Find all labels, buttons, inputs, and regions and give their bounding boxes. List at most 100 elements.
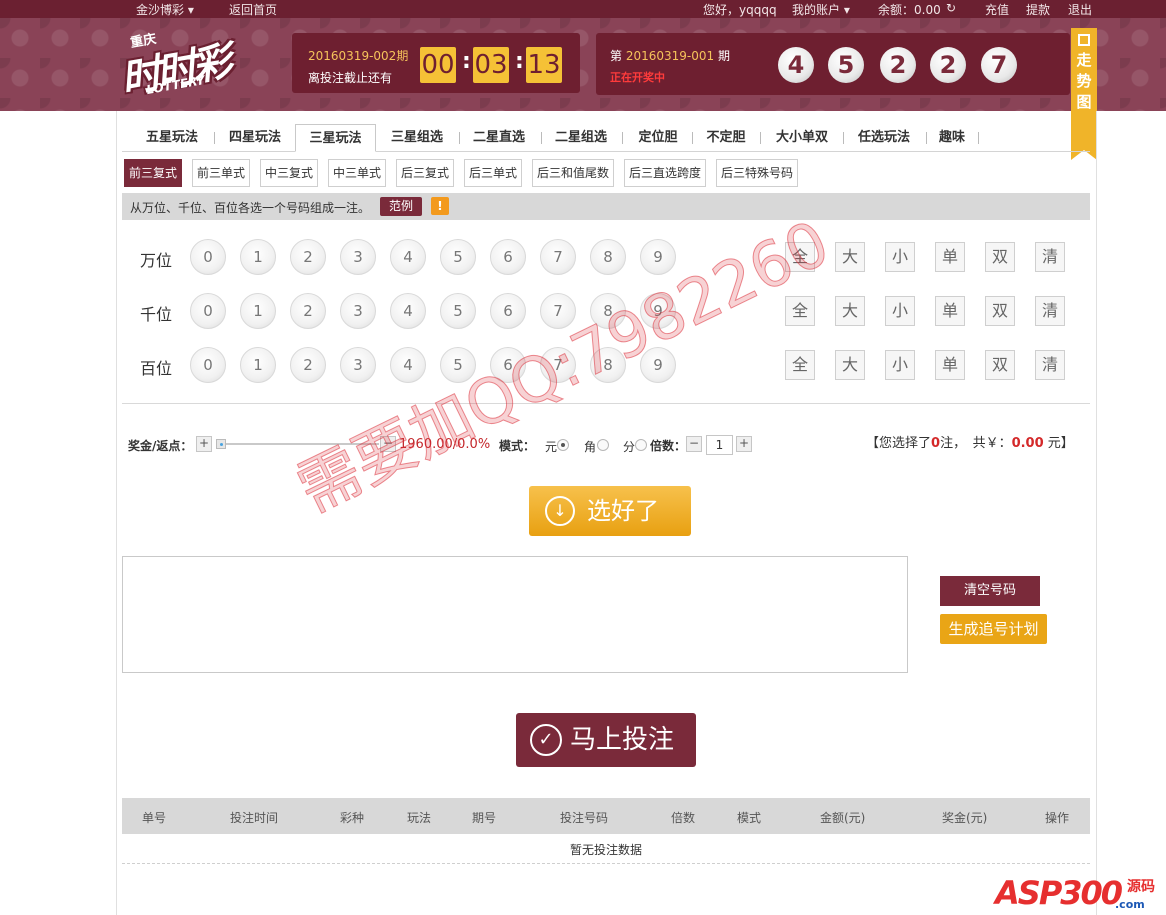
- rebate-plus-button[interactable]: +: [196, 436, 212, 452]
- chart-icon: [1078, 34, 1090, 46]
- clear-numbers-button[interactable]: 清空号码: [940, 576, 1040, 606]
- empty-message: 暂无投注数据: [570, 843, 643, 857]
- number-ball-ten-thousands[interactable]: 7: [540, 239, 576, 275]
- number-ball-ten-thousands[interactable]: 2: [290, 239, 326, 275]
- col-issue: 期号: [472, 811, 497, 825]
- number-ball-hundreds[interactable]: 2: [290, 347, 326, 383]
- filter-even-button[interactable]: 双: [985, 350, 1015, 380]
- subtab-back3-multi[interactable]: 后三复式: [396, 159, 454, 187]
- rebate-minus-button[interactable]: −: [380, 436, 396, 452]
- tab-three-star[interactable]: 三星玩法: [295, 124, 376, 152]
- number-ball-hundreds[interactable]: 0: [190, 347, 226, 383]
- subtab-back3-sum-tail[interactable]: 后三和值尾数: [532, 159, 614, 187]
- tab-position[interactable]: 定位胆: [630, 124, 686, 152]
- number-ball-thousands[interactable]: 1: [240, 293, 276, 329]
- number-ball-thousands[interactable]: 0: [190, 293, 226, 329]
- filter-clear-button[interactable]: 清: [1035, 350, 1065, 380]
- number-ball-hundreds[interactable]: 3: [340, 347, 376, 383]
- logout-link[interactable]: 退出: [1068, 1, 1092, 18]
- tab-big-small-odd-even[interactable]: 大小单双: [766, 124, 838, 152]
- filter-small-button[interactable]: 小: [885, 242, 915, 272]
- tab-two-star-direct[interactable]: 二星直选: [464, 124, 534, 152]
- filter-small-button[interactable]: 小: [885, 296, 915, 326]
- filter-big-button[interactable]: 大: [835, 242, 865, 272]
- number-ball-thousands[interactable]: 6: [490, 293, 526, 329]
- generate-chase-plan-button[interactable]: 生成追号计划: [940, 614, 1047, 644]
- mode-fen-radio[interactable]: [635, 439, 647, 451]
- subtab-back3-single[interactable]: 后三单式: [464, 159, 522, 187]
- example-button[interactable]: 范例: [380, 197, 422, 216]
- filter-all-button[interactable]: 全: [785, 350, 815, 380]
- tab-separator: [214, 132, 215, 144]
- withdraw-link[interactable]: 提款: [1026, 1, 1050, 18]
- filter-clear-button[interactable]: 清: [1035, 296, 1065, 326]
- subtab-mid3-single[interactable]: 中三单式: [328, 159, 386, 187]
- number-ball-hundreds[interactable]: 6: [490, 347, 526, 383]
- number-ball-ten-thousands[interactable]: 4: [390, 239, 426, 275]
- tab-four-star[interactable]: 四星玩法: [220, 124, 290, 152]
- filter-odd-button[interactable]: 单: [935, 350, 965, 380]
- number-ball-thousands[interactable]: 4: [390, 293, 426, 329]
- number-ball-ten-thousands[interactable]: 3: [340, 239, 376, 275]
- filter-small-button[interactable]: 小: [885, 350, 915, 380]
- site-name-link[interactable]: 金沙博彩 ▾: [136, 1, 194, 18]
- number-ball-ten-thousands[interactable]: 8: [590, 239, 626, 275]
- col-numbers: 投注号码: [560, 811, 609, 825]
- col-lottery: 彩种: [340, 811, 365, 825]
- subtab-front3-single[interactable]: 前三单式: [192, 159, 250, 187]
- rebate-slider-handle[interactable]: [216, 439, 226, 449]
- number-ball-thousands[interactable]: 9: [640, 293, 676, 329]
- place-bet-button[interactable]: ✓ 马上投注: [516, 713, 696, 767]
- number-ball-ten-thousands[interactable]: 6: [490, 239, 526, 275]
- number-ball-hundreds[interactable]: 1: [240, 347, 276, 383]
- filter-all-button[interactable]: 全: [785, 242, 815, 272]
- subtab-front3-multi[interactable]: 前三复式: [124, 159, 182, 187]
- tab-two-star-group[interactable]: 二星组选: [546, 124, 616, 152]
- filter-all-button[interactable]: 全: [785, 296, 815, 326]
- mode-jiao-radio[interactable]: [597, 439, 609, 451]
- number-ball-hundreds[interactable]: 9: [640, 347, 676, 383]
- filter-even-button[interactable]: 双: [985, 296, 1015, 326]
- tab-optional[interactable]: 任选玩法: [848, 124, 920, 152]
- number-ball-ten-thousands[interactable]: 0: [190, 239, 226, 275]
- subtab-back3-special[interactable]: 后三特殊号码: [716, 159, 798, 187]
- filter-even-button[interactable]: 双: [985, 242, 1015, 272]
- multiple-plus-button[interactable]: +: [736, 436, 752, 452]
- multiple-input[interactable]: 1: [706, 435, 733, 455]
- filter-clear-button[interactable]: 清: [1035, 242, 1065, 272]
- number-ball-hundreds[interactable]: 7: [540, 347, 576, 383]
- tab-fun[interactable]: 趣味: [934, 124, 970, 152]
- mode-yuan-radio[interactable]: [557, 439, 569, 451]
- number-ball-thousands[interactable]: 8: [590, 293, 626, 329]
- multiple-minus-button[interactable]: −: [686, 436, 702, 452]
- warning-icon[interactable]: !: [431, 197, 449, 215]
- selected-numbers-box[interactable]: [122, 556, 908, 673]
- filter-odd-button[interactable]: 单: [935, 242, 965, 272]
- subtab-mid3-multi[interactable]: 中三复式: [260, 159, 318, 187]
- number-ball-hundreds[interactable]: 8: [590, 347, 626, 383]
- number-ball-thousands[interactable]: 7: [540, 293, 576, 329]
- number-ball-thousands[interactable]: 2: [290, 293, 326, 329]
- recharge-link[interactable]: 充值: [985, 1, 1009, 18]
- subtab-back3-span[interactable]: 后三直选跨度: [624, 159, 706, 187]
- number-ball-thousands[interactable]: 5: [440, 293, 476, 329]
- tab-five-star[interactable]: 五星玩法: [136, 124, 208, 152]
- tab-separator: [978, 132, 979, 144]
- filter-big-button[interactable]: 大: [835, 296, 865, 326]
- refresh-icon[interactable]: ↻: [946, 1, 956, 15]
- filter-big-button[interactable]: 大: [835, 350, 865, 380]
- tab-not-position[interactable]: 不定胆: [698, 124, 754, 152]
- number-ball-hundreds[interactable]: 4: [390, 347, 426, 383]
- tab-three-star-group[interactable]: 三星组选: [382, 124, 452, 152]
- number-ball-thousands[interactable]: 3: [340, 293, 376, 329]
- filter-odd-button[interactable]: 单: [935, 296, 965, 326]
- confirm-selection-button[interactable]: ↓ 选好了: [529, 486, 691, 536]
- lottery-logo[interactable]: 重庆 时时彩 LOTTERY: [118, 28, 238, 103]
- number-ball-ten-thousands[interactable]: 9: [640, 239, 676, 275]
- number-ball-ten-thousands[interactable]: 5: [440, 239, 476, 275]
- home-link[interactable]: 返回首页: [229, 1, 277, 18]
- number-ball-hundreds[interactable]: 5: [440, 347, 476, 383]
- number-ball-ten-thousands[interactable]: 1: [240, 239, 276, 275]
- my-account-link[interactable]: 我的账户 ▾: [792, 1, 850, 18]
- rebate-slider-track[interactable]: [221, 443, 379, 445]
